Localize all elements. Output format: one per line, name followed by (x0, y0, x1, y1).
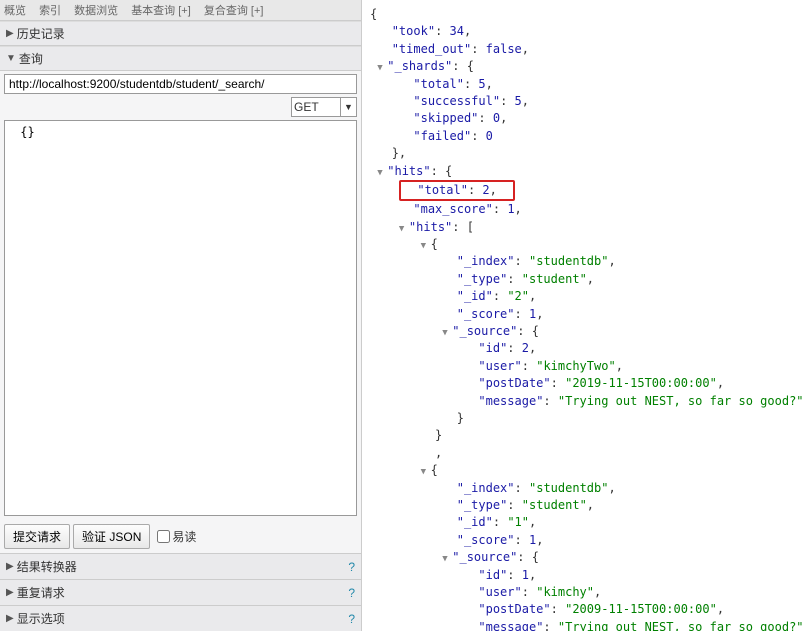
collapse-toggle-icon[interactable]: ▼ (442, 327, 452, 340)
readable-checkbox-label[interactable]: 易读 (157, 528, 196, 545)
help-link[interactable]: ? (348, 560, 355, 574)
validate-json-button[interactable]: 验证 JSON (73, 524, 150, 549)
display-options-section[interactable]: ▶显示选项 ? (0, 605, 361, 631)
json-response-panel: { "took": 34, "timed_out": false, ▼"_sha… (362, 0, 808, 631)
triangle-right-icon: ▶ (6, 587, 14, 598)
collapse-toggle-icon[interactable]: ▼ (421, 240, 431, 253)
request-body-textarea[interactable]: {} (4, 120, 357, 516)
help-link[interactable]: ? (348, 612, 355, 626)
submit-button[interactable]: 提交请求 (4, 524, 70, 549)
readable-checkbox[interactable] (157, 530, 170, 543)
collapse-toggle-icon[interactable]: ▼ (442, 553, 452, 566)
triangle-right-icon: ▶ (6, 561, 14, 572)
collapse-toggle-icon[interactable]: ▼ (377, 167, 387, 180)
query-section-header[interactable]: ▼ 查询 (0, 46, 361, 71)
history-section-header[interactable]: ▶ 历史记录 (0, 21, 361, 46)
collapse-toggle-icon[interactable]: ▼ (399, 223, 409, 236)
tab-index[interactable]: 索引 (39, 5, 61, 17)
tab-compound-query[interactable]: 复合查询 [+] (204, 5, 264, 17)
repeat-request-section[interactable]: ▶重复请求 ? (0, 579, 361, 605)
triangle-right-icon: ▶ (6, 28, 14, 39)
highlight-total-hits: "total": 2, (399, 180, 515, 201)
collapse-toggle-icon[interactable]: ▼ (421, 466, 431, 479)
result-transform-section[interactable]: ▶结果转换器 ? (0, 553, 361, 579)
triangle-down-icon: ▼ (6, 53, 16, 64)
query-label: 查询 (19, 50, 43, 67)
tab-overview[interactable]: 概览 (4, 5, 26, 17)
tab-basic-query[interactable]: 基本查询 [+] (131, 5, 191, 17)
tabs-row: 概览 索引 数据浏览 基本查询 [+] 复合查询 [+] (0, 0, 361, 21)
history-label: 历史记录 (17, 25, 65, 42)
tab-data-browse[interactable]: 数据浏览 (74, 5, 118, 17)
url-input[interactable] (4, 74, 357, 94)
left-panel: 概览 索引 数据浏览 基本查询 [+] 复合查询 [+] ▶ 历史记录 ▼ 查询… (0, 0, 362, 631)
triangle-right-icon: ▶ (6, 613, 14, 624)
help-link[interactable]: ? (348, 586, 355, 600)
method-dropdown-arrow[interactable]: ▼ (341, 97, 357, 117)
method-select[interactable]: GET (291, 97, 341, 117)
collapse-toggle-icon[interactable]: ▼ (377, 62, 387, 75)
